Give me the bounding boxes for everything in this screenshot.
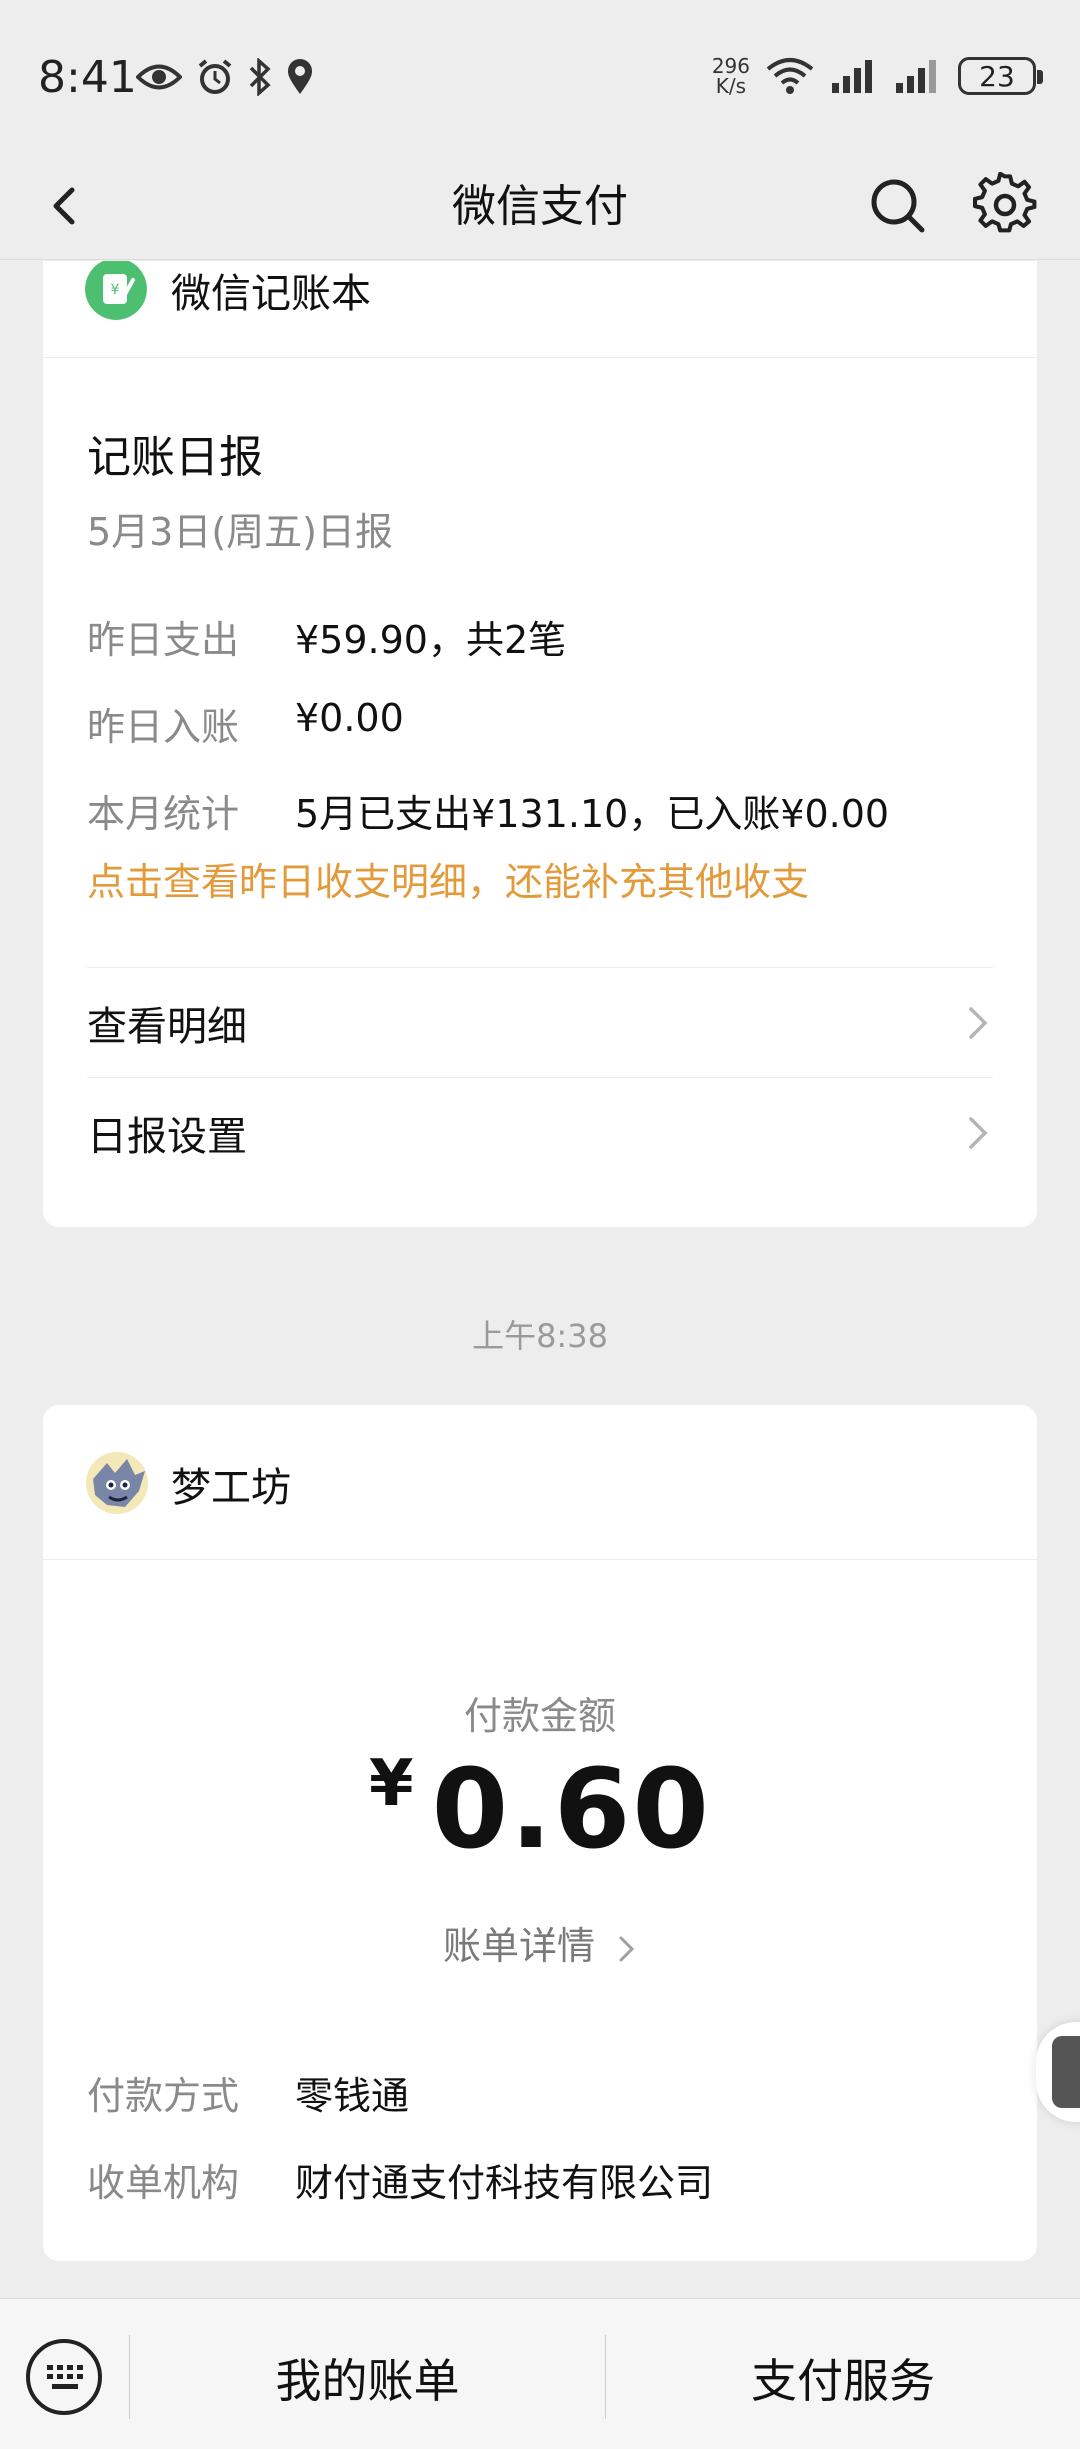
pay-amount: ¥0.60 [43,1745,1037,1873]
view-details-link[interactable]: 查看明细 [87,967,993,1077]
info-row: 昨日支出 ¥59.90，共2笔 [87,609,566,664]
info-row: 付款方式 零钱通 [87,2065,409,2120]
chevron-right-icon [969,1116,988,1149]
search-icon[interactable] [866,174,928,236]
info-row: 收单机构 财付通支付科技有限公司 [87,2152,713,2207]
link-label: 日报设置 [87,1113,247,1160]
payment-card[interactable]: 梦工坊 付款金额 ¥0.60 账单详情 付款方式 零钱通 收单机构 财付通支付科… [43,1405,1037,2261]
ledger-book-icon: ¥ [85,261,147,320]
eye-icon [136,64,182,90]
info-row: 本月统计 5月已支出¥131.10，已入账¥0.00 [87,783,889,838]
message-list[interactable]: ¥ 微信记账本 记账日报 5月3日(周五)日报 昨日支出 ¥59.90，共2笔 … [0,261,1080,2298]
merchant-avatar [86,1452,148,1514]
svg-text:¥: ¥ [111,282,120,298]
nav-bar: 微信支付 [0,150,1080,260]
report-settings-link[interactable]: 日报设置 [87,1077,993,1187]
row-value: 零钱通 [295,2074,410,2118]
amount-value: 0.60 [431,1745,711,1873]
pay-services-button[interactable]: 支付服务 [606,2345,1080,2411]
hint-link[interactable]: 点击查看昨日收支明细，还能补充其他收支 [87,851,809,906]
report-subtitle: 5月3日(周五)日报 [87,510,394,554]
row-label: 本月统计 [87,792,240,836]
bill-detail-label: 账单详情 [442,1924,595,1968]
chevron-right-icon [619,1936,635,1961]
row-label: 昨日支出 [87,618,240,662]
signal-icon [832,60,872,93]
row-value: ¥0.00 [295,696,404,740]
my-bills-button[interactable]: 我的账单 [130,2345,605,2411]
status-time: 8:41 [38,52,137,103]
row-value: ¥59.90，共2笔 [295,618,567,662]
card-header: 梦工坊 [43,1405,1037,1560]
battery-indicator: 23 [958,57,1043,95]
keyboard-icon[interactable] [26,2339,102,2415]
location-icon [288,59,312,94]
alarm-icon [198,59,232,94]
row-label: 收单机构 [87,2161,240,2205]
bluetooth-icon [249,58,271,96]
status-bar: 8:41 296 K/s 23 [0,0,1080,150]
wifi-icon [766,58,814,94]
net-speed: 296 K/s [711,54,750,98]
gear-icon[interactable] [972,172,1038,238]
message-timestamp: 上午8:38 [472,1317,608,1355]
signal-icon [896,60,936,93]
chevron-right-icon [969,1006,988,1039]
ledger-report-card[interactable]: ¥ 微信记账本 记账日报 5月3日(周五)日报 昨日支出 ¥59.90，共2笔 … [43,261,1037,1227]
bottom-bar: 我的账单 支付服务 [0,2298,1080,2449]
card-header: ¥ 微信记账本 [43,261,1037,358]
row-value: 财付通支付科技有限公司 [295,2161,714,2205]
info-row: 昨日入账 ¥0.00 [87,696,404,751]
report-title: 记账日报 [87,432,263,483]
row-label: 付款方式 [87,2074,240,2118]
row-label: 昨日入账 [87,705,240,749]
bill-detail-link[interactable]: 账单详情 [43,1915,1037,1970]
row-value: 5月已支出¥131.10，已入账¥0.00 [295,792,890,836]
merchant-name: 梦工坊 [171,1465,291,1511]
currency-symbol: ¥ [369,1747,414,1821]
app-name: 微信记账本 [171,271,371,317]
pay-label: 付款金额 [463,1694,616,1738]
link-label: 查看明细 [87,1003,247,1050]
